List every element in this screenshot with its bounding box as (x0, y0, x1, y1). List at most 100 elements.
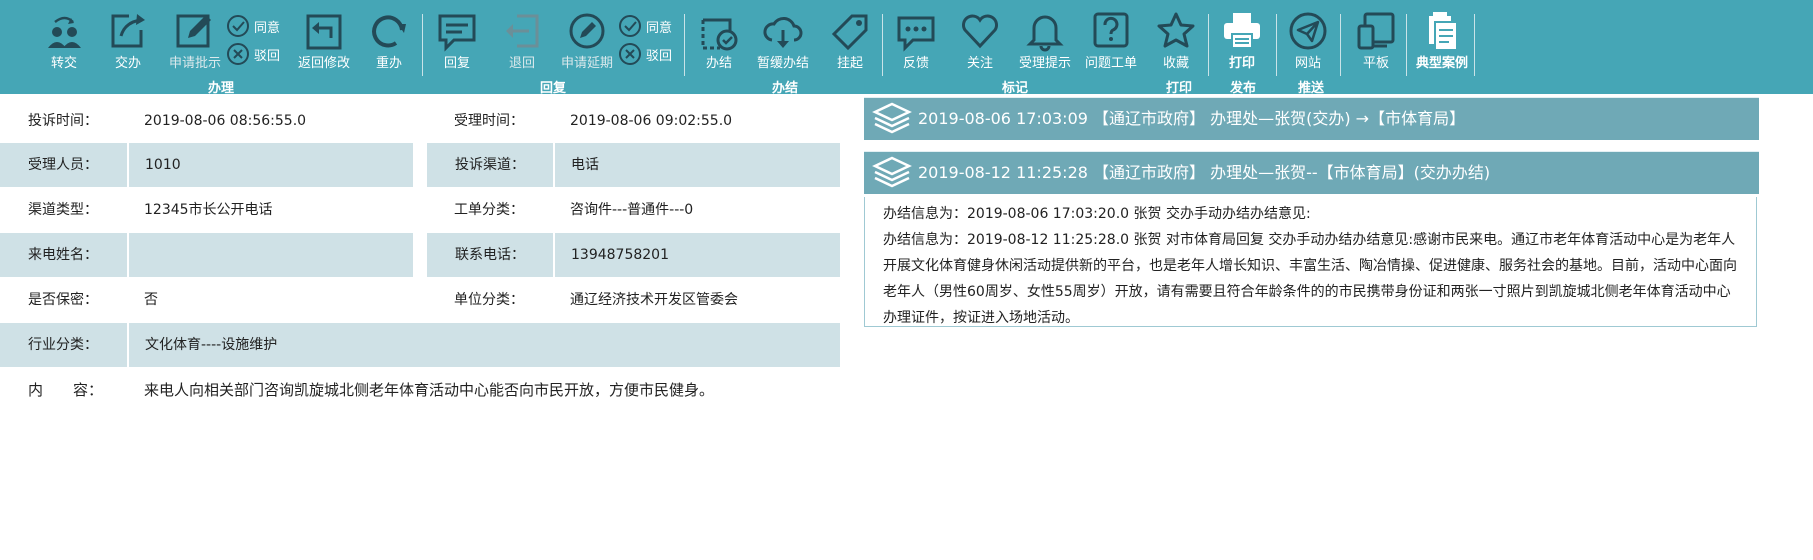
request-extension-button[interactable]: 申请延期 (558, 10, 616, 78)
content-value: 来电人向相关部门咨询凯旋城北侧老年体育活动中心能否向市民开放，方便市民健身。 (144, 381, 715, 399)
layers-icon (872, 102, 912, 134)
feedback-button[interactable]: 反馈 (894, 10, 938, 78)
assign-button[interactable]: 交办 (106, 10, 150, 78)
star-icon (1157, 12, 1195, 48)
info-row: 受理人员： 1010 投诉渠道： 电话 (0, 143, 840, 187)
completion-info-line: 办结信息为：2019-08-06 17:03:20.0 张贺 交办手动办结办结意… (883, 206, 1311, 222)
accept-hint-label: 受理提示 (1018, 56, 1071, 71)
typical-case-button[interactable]: 典型案例 (1410, 10, 1474, 78)
unit-category-label: 单位分类： (454, 292, 524, 308)
accept-hint-button[interactable]: 受理提示 (1016, 10, 1074, 78)
complete-label: 办结 (705, 56, 732, 71)
order-category-label: 工单分类： (454, 202, 524, 218)
toolbar-separator (1474, 14, 1475, 76)
reply-button[interactable]: 回复 (434, 10, 480, 78)
reject-button-2[interactable]: 驳回 (618, 42, 678, 66)
industry-label: 行业分类： (0, 323, 127, 367)
edit-pencil-icon (176, 14, 211, 48)
channel-type-label: 渠道类型： (28, 202, 98, 218)
toolbar: 转交 交办 申请批示 同意 驳回 返回修改 重办 办理 回复 退回 申请延期 同… (0, 0, 1813, 96)
toolbar-separator (684, 14, 685, 76)
toolbar-separator (1208, 14, 1209, 76)
caller-name-label: 来电姓名： (0, 233, 127, 277)
agree-button-2[interactable]: 同意 (618, 14, 678, 38)
group-complete-label: 办结 (772, 81, 799, 96)
toolbar-separator (422, 14, 423, 76)
paper-plane-icon (1289, 12, 1327, 50)
share-box-icon (111, 14, 145, 48)
toolbar-separator (882, 14, 883, 76)
print-button[interactable]: 打印 (1218, 10, 1266, 78)
accept-time-label: 受理时间： (454, 113, 524, 129)
group-publish-label: 发布 (1230, 81, 1257, 96)
handler-label: 受理人员： (0, 143, 127, 187)
history-entry-text: 2019-08-12 11:25:28 【通辽市政府】 办理处—张贺--【市体育… (918, 163, 1491, 182)
check-circle-icon (619, 15, 641, 37)
complaint-time-label: 投诉时间： (28, 113, 98, 129)
content-label: 内 容： (28, 381, 104, 399)
complete-button[interactable]: 办结 (696, 10, 742, 78)
accept-time-value: 2019-08-06 09:02:55.0 (570, 113, 733, 129)
group-print-label: 打印 (1166, 81, 1193, 96)
agree-label-1: 同意 (254, 21, 281, 36)
completion-detail-box: 办结信息为：2019-08-06 17:03:20.0 张贺 交办手动办结办结意… (864, 197, 1757, 327)
info-row: 是否保密： 否 单位分类： 通辽经济技术开发区管委会 (0, 278, 840, 322)
request-extension-label: 申请延期 (560, 56, 613, 71)
return-modify-button[interactable]: 返回修改 (296, 10, 352, 78)
history-entry[interactable]: 2019-08-12 11:25:28 【通辽市政府】 办理处—张贺--【市体育… (864, 151, 1759, 194)
confidential-label: 是否保密： (28, 292, 98, 308)
follow-button[interactable]: 关注 (958, 10, 1002, 78)
tablet-phone-icon (1357, 12, 1395, 50)
confidential-value: 否 (144, 292, 158, 308)
info-row: 内 容： 来电人向相关部门咨询凯旋城北侧老年体育活动中心能否向市民开放，方便市民… (0, 368, 840, 412)
redo-button[interactable]: 重办 (366, 10, 412, 78)
reject-button-1[interactable]: 驳回 (226, 42, 286, 66)
question-box-icon (1093, 12, 1129, 48)
agree-label-2: 同意 (646, 21, 673, 36)
calendar-check-icon (701, 18, 738, 51)
print-label: 打印 (1228, 56, 1255, 71)
favorite-label: 收藏 (1162, 56, 1189, 71)
toolbar-separator (1340, 14, 1341, 76)
website-label: 网站 (1294, 56, 1321, 71)
unit-category-value: 通辽经济技术开发区管委会 (570, 292, 738, 308)
group-mark-label: 标记 (1002, 81, 1029, 96)
printer-icon (1224, 13, 1260, 49)
cloud-download-icon (763, 17, 803, 48)
reply-label: 回复 (443, 56, 470, 71)
message-icon (438, 14, 476, 52)
website-button[interactable]: 网站 (1286, 10, 1330, 78)
back-arrow-box-icon (506, 14, 539, 48)
complaint-time-value: 2019-08-06 08:56:55.0 (144, 113, 307, 129)
follow-label: 关注 (966, 56, 993, 71)
problem-order-button[interactable]: 问题工单 (1082, 10, 1140, 78)
info-row: 行业分类： 文化体育----设施维护 (0, 323, 840, 367)
group-handle-label: 办理 (208, 81, 235, 96)
redo-label: 重办 (375, 56, 402, 71)
problem-order-label: 问题工单 (1084, 56, 1137, 71)
order-category-value: 咨询件---普通件---0 (570, 202, 694, 218)
transfer-button[interactable]: 转交 (40, 10, 88, 78)
tag-icon (831, 14, 868, 51)
request-approval-button[interactable]: 申请批示 (166, 10, 224, 78)
retreat-button[interactable]: 退回 (500, 10, 544, 78)
assign-label: 交办 (114, 56, 141, 71)
industry-value: 文化体育----设施维护 (129, 323, 840, 367)
chat-dots-icon (897, 16, 935, 52)
history-entry[interactable]: 2019-08-06 17:03:09 【通辽市政府】 办理处—张贺(交办) →… (864, 97, 1759, 140)
hang-button[interactable]: 挂起 (830, 10, 870, 78)
handler-value: 1010 (129, 143, 413, 187)
request-approval-label: 申请批示 (168, 56, 221, 71)
channel-type-value: 12345市长公开电话 (144, 202, 273, 218)
agree-button-1[interactable]: 同意 (226, 14, 286, 38)
favorite-button[interactable]: 收藏 (1154, 10, 1198, 78)
defer-complete-button[interactable]: 暂缓办结 (754, 10, 812, 78)
phone-value: 13948758201 (555, 233, 840, 277)
layers-icon (872, 156, 912, 188)
info-row: 渠道类型： 12345市长公开电话 工单分类： 咨询件---普通件---0 (0, 188, 840, 232)
completion-info-line: 办结信息为：2019-08-12 11:25:28.0 张贺 对市体育局回复 交… (883, 232, 1737, 326)
tablet-button[interactable]: 平板 (1354, 10, 1398, 78)
caller-name-value (129, 233, 413, 277)
toolbar-separator (1406, 14, 1407, 76)
hang-label: 挂起 (836, 56, 863, 71)
